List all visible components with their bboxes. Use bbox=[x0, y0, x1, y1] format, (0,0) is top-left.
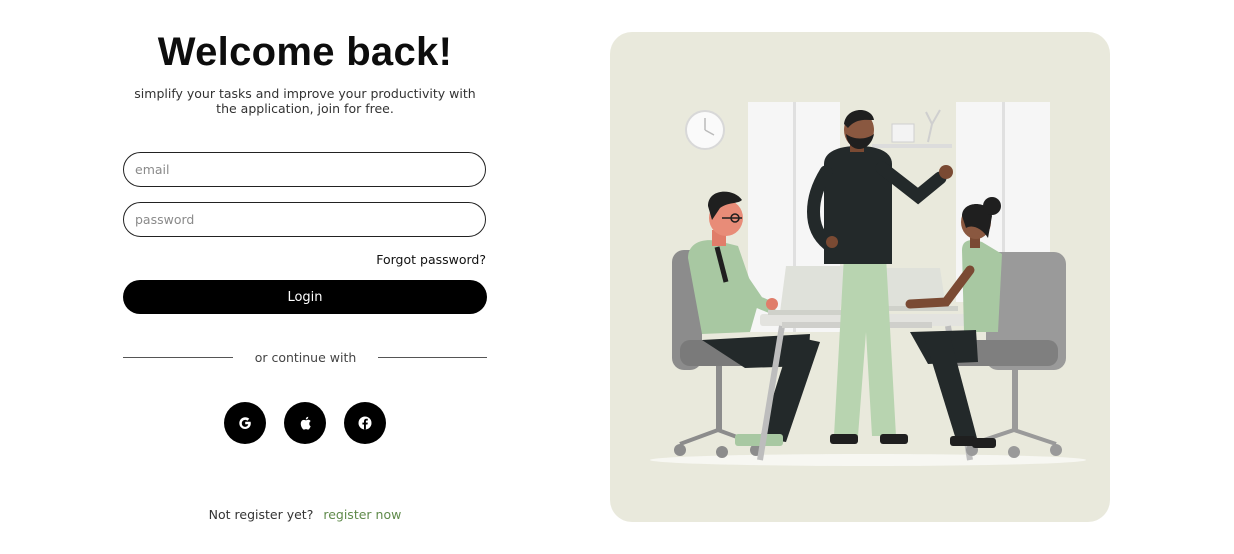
page-subtitle: simplify your tasks and improve your pro… bbox=[134, 86, 476, 116]
illustration-panel bbox=[610, 32, 1110, 522]
login-form: Welcome back! simplify your tasks and im… bbox=[0, 0, 610, 554]
login-button[interactable]: Login bbox=[123, 280, 487, 314]
email-field[interactable] bbox=[123, 152, 486, 187]
team-meeting-illustration bbox=[650, 102, 1086, 466]
divider-right bbox=[378, 357, 487, 358]
google-login-button[interactable] bbox=[224, 402, 266, 444]
divider-left bbox=[123, 357, 233, 358]
continue-with-label: or continue with bbox=[254, 350, 357, 365]
google-icon bbox=[239, 417, 251, 429]
forgot-password-link[interactable]: Forgot password? bbox=[376, 252, 486, 267]
password-field[interactable] bbox=[123, 202, 486, 237]
register-prompt-text: Not register yet? bbox=[208, 507, 314, 522]
page-title: Welcome back! bbox=[157, 30, 453, 74]
register-prompt: Not register yet? register now bbox=[0, 507, 610, 522]
apple-icon bbox=[300, 416, 311, 430]
apple-login-button[interactable] bbox=[284, 402, 326, 444]
facebook-icon bbox=[358, 416, 372, 430]
facebook-login-button[interactable] bbox=[344, 402, 386, 444]
register-link[interactable]: register now bbox=[323, 507, 401, 522]
